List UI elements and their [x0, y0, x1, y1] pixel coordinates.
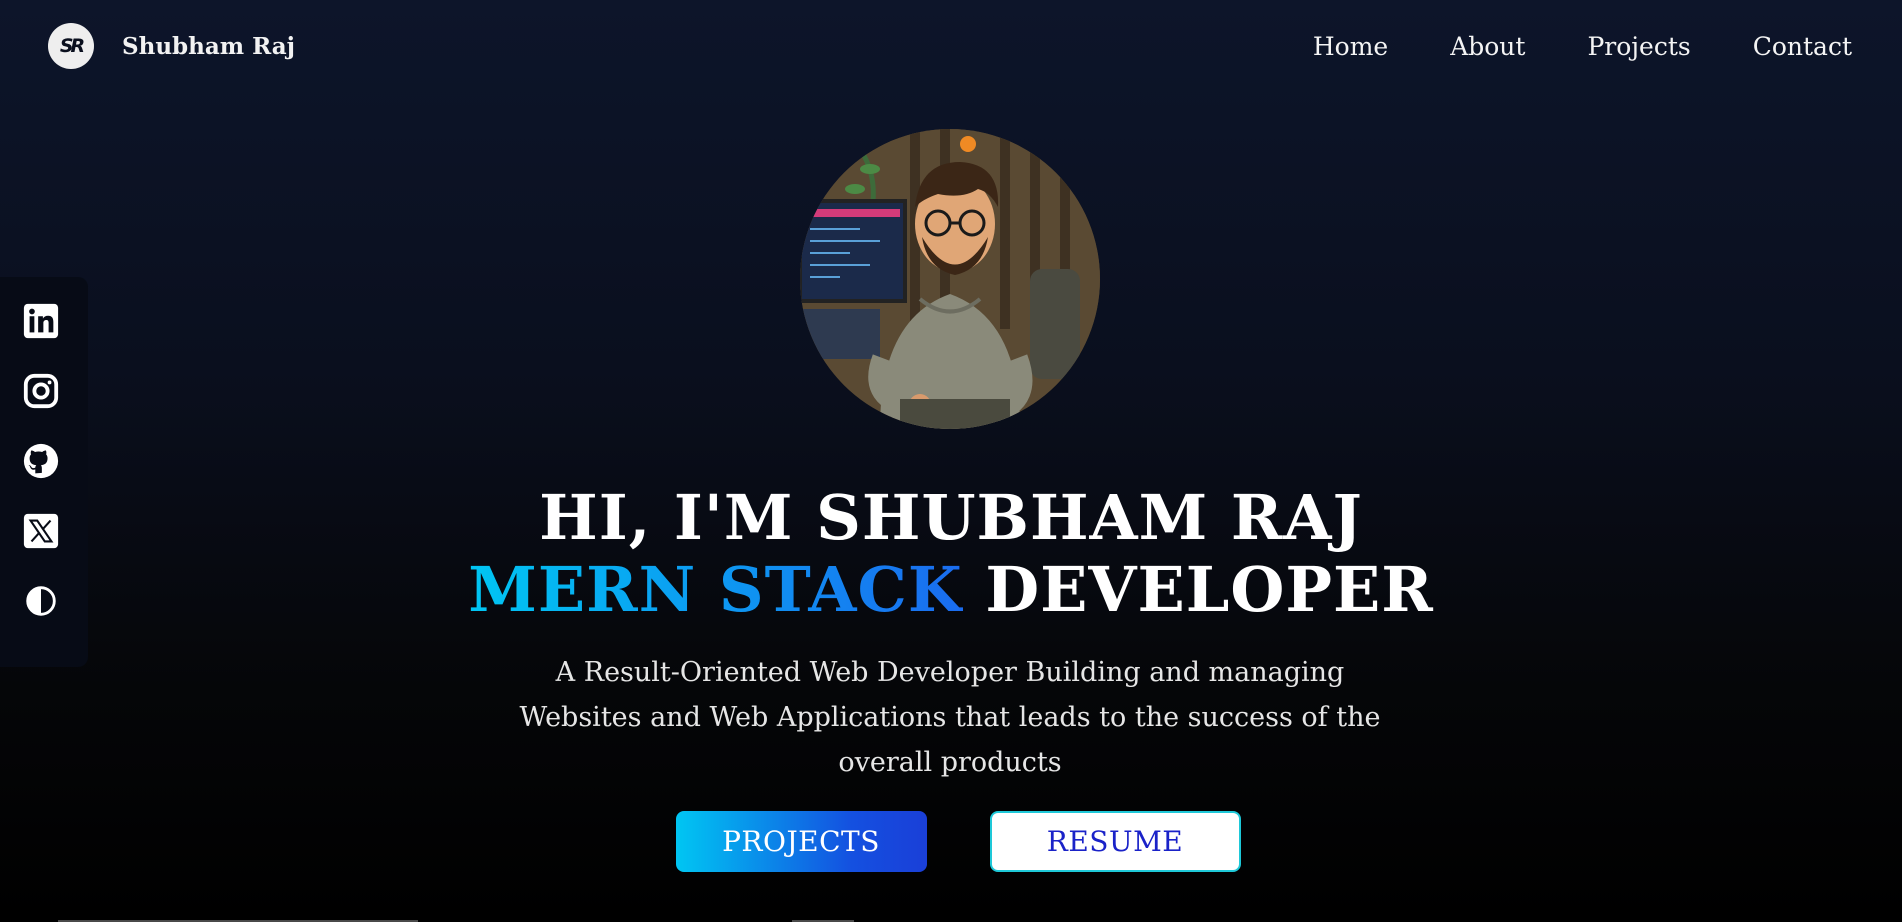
- profile-avatar: [800, 129, 1100, 429]
- hero-subtitle-rest: DEVELOPER: [962, 553, 1434, 626]
- nav-link-about[interactable]: About: [1450, 32, 1525, 61]
- brand-name[interactable]: Shubham Raj: [122, 33, 295, 60]
- brand[interactable]: SR Shubham Raj: [48, 23, 295, 69]
- nav-links: Home About Projects Contact: [1313, 32, 1854, 61]
- navbar: SR Shubham Raj Home About Projects Conta…: [0, 0, 1902, 92]
- nav-link-home[interactable]: Home: [1313, 32, 1388, 61]
- github-icon[interactable]: [21, 441, 61, 481]
- instagram-icon[interactable]: [21, 371, 61, 411]
- brand-logo-text: SR: [59, 35, 85, 57]
- hero-subtitle-accent: MERN STACK: [468, 553, 963, 626]
- portfolio-page: SR Shubham Raj Home About Projects Conta…: [0, 0, 1902, 922]
- resume-button[interactable]: RESUME: [989, 811, 1241, 872]
- nav-link-projects[interactable]: Projects: [1587, 32, 1690, 61]
- hero-title: HI, I'M SHUBHAM RAJ: [539, 481, 1363, 554]
- linkedin-icon[interactable]: [21, 301, 61, 341]
- hero-subtitle: MERN STACK DEVELOPER: [0, 554, 1902, 626]
- hero-buttons: PROJECTS RESUME: [0, 811, 1902, 872]
- nav-link-contact[interactable]: Contact: [1753, 32, 1852, 61]
- brand-logo[interactable]: SR: [48, 23, 94, 69]
- projects-button[interactable]: PROJECTS: [675, 811, 927, 872]
- hero-description: A Result-Oriented Web Developer Building…: [519, 657, 1381, 778]
